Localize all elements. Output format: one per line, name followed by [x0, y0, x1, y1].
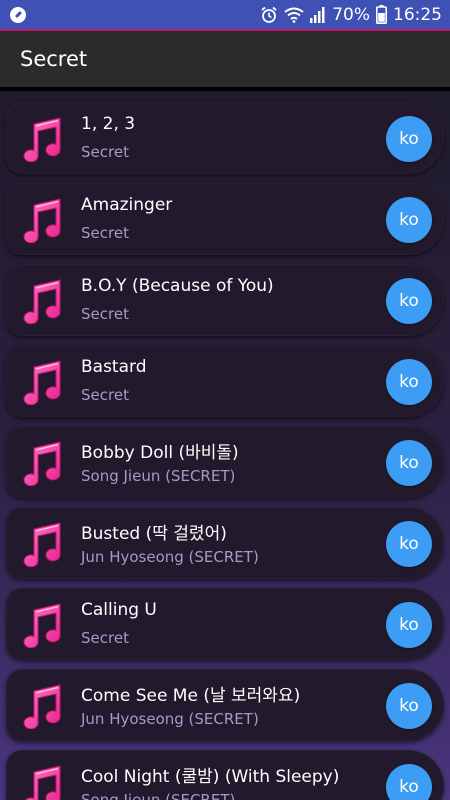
app-bar: Secret	[0, 31, 450, 91]
music-note-icon	[23, 360, 61, 405]
music-note-icon	[23, 603, 61, 648]
music-note-icon	[23, 522, 61, 567]
song-list[interactable]: 1, 2, 3 Secret ko Amazinger Secret ko B.…	[0, 98, 450, 800]
song-title: Come See Me (날 보러와요)	[81, 686, 301, 706]
language-button[interactable]: ko	[386, 764, 432, 800]
signal-icon	[310, 6, 326, 23]
page-title: Secret	[20, 47, 88, 71]
language-button[interactable]: ko	[386, 440, 432, 486]
language-button[interactable]: ko	[386, 683, 432, 729]
song-title: Cool Night (쿨밤) (With Sleepy)	[81, 767, 340, 787]
list-item[interactable]: 1, 2, 3 Secret ko	[6, 102, 444, 174]
list-item[interactable]: Amazinger Secret ko	[6, 183, 444, 255]
list-item[interactable]: Cool Night (쿨밤) (With Sleepy) Song Jieun…	[6, 750, 444, 800]
music-note-icon	[23, 198, 61, 243]
wifi-icon	[284, 6, 304, 23]
song-artist: Song Jieun (SECRET)	[81, 791, 236, 800]
music-note-icon	[23, 279, 61, 324]
song-title: Bobby Doll (바비돌)	[81, 443, 239, 463]
list-item[interactable]: Come See Me (날 보러와요) Jun Hyoseong (SECRE…	[6, 669, 444, 741]
song-title: Calling U	[81, 600, 157, 620]
list-item[interactable]: Bobby Doll (바비돌) Song Jieun (SECRET) ko	[6, 426, 444, 498]
screen: 70% 16:25 Secret 1, 2, 3 Secret ko Amazi…	[0, 0, 450, 800]
song-artist: Secret	[81, 143, 129, 161]
language-button[interactable]: ko	[386, 359, 432, 405]
song-artist: Secret	[81, 386, 129, 404]
list-item[interactable]: Busted (딱 걸렸어) Jun Hyoseong (SECRET) ko	[6, 507, 444, 579]
music-note-icon	[23, 117, 61, 162]
app-notification-icon	[10, 6, 26, 23]
language-button[interactable]: ko	[386, 197, 432, 243]
song-artist: Secret	[81, 224, 129, 242]
song-artist: Secret	[81, 305, 129, 323]
clock: 16:25	[393, 4, 442, 25]
alarm-icon	[260, 6, 278, 24]
battery-percent: 70%	[332, 4, 370, 25]
music-note-icon	[23, 441, 61, 486]
list-item[interactable]: B.O.Y (Because of You) Secret ko	[6, 264, 444, 336]
song-artist: Secret	[81, 629, 129, 647]
music-note-icon	[25, 765, 61, 800]
battery-icon	[376, 5, 387, 24]
list-item[interactable]: Bastard Secret ko	[6, 345, 444, 417]
language-button[interactable]: ko	[386, 602, 432, 648]
song-artist: Jun Hyoseong (SECRET)	[81, 710, 259, 728]
song-artist: Jun Hyoseong (SECRET)	[81, 548, 259, 566]
song-title: Busted (딱 걸렸어)	[81, 524, 227, 544]
list-item[interactable]: Calling U Secret ko	[6, 588, 444, 660]
song-title: Amazinger	[81, 195, 173, 215]
music-note-icon	[23, 684, 61, 729]
song-title: B.O.Y (Because of You)	[81, 276, 274, 296]
song-artist: Song Jieun (SECRET)	[81, 467, 236, 485]
song-title: 1, 2, 3	[81, 114, 136, 134]
language-button[interactable]: ko	[386, 278, 432, 324]
language-button[interactable]: ko	[386, 116, 432, 162]
song-title: Bastard	[81, 357, 147, 377]
language-button[interactable]: ko	[386, 521, 432, 567]
status-bar: 70% 16:25	[0, 0, 450, 31]
